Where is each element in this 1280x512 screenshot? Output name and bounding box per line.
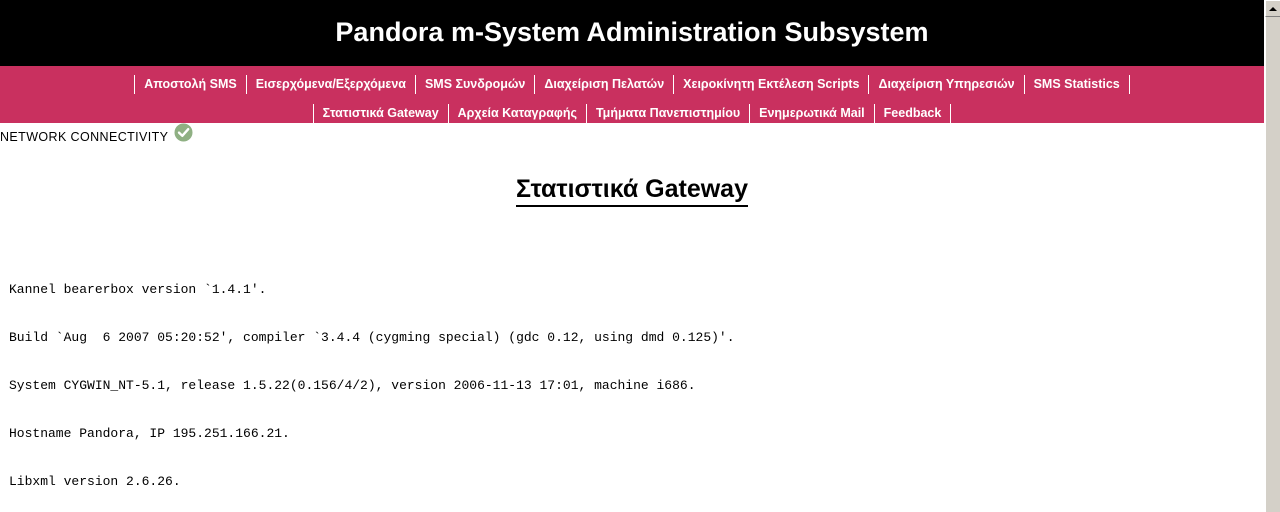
gateway-status-report: Kannel bearerbox version `1.4.1'. Build …: [0, 250, 1264, 512]
nav-item-sms-syndromon[interactable]: SMS Συνδρομών: [416, 70, 534, 98]
report-line: Build `Aug 6 2007 05:20:52', compiler `3…: [9, 330, 735, 345]
nav-item-statistika-gateway[interactable]: Στατιστικά Gateway: [314, 99, 448, 123]
page-title: Pandora m-System Administration Subsyste…: [335, 16, 929, 47]
nav-row-secondary: Στατιστικά Gateway Αρχεία Καταγραφής Τμή…: [0, 98, 1264, 123]
network-connectivity-label: NETWORK CONNECTIVITY: [0, 130, 169, 144]
network-connectivity-status: NETWORK CONNECTIVITY: [0, 123, 1264, 148]
report-line: Libxml version 2.6.26.: [9, 474, 181, 489]
nav-item-tmimata-panepistimiou[interactable]: Τμήματα Πανεπιστημίου: [587, 99, 749, 123]
nav-item-apostoli-sms[interactable]: Αποστολή SMS: [135, 70, 245, 98]
nav-separator: [1128, 74, 1130, 94]
scrollbar-track[interactable]: [1265, 17, 1280, 512]
app-title-banner: Pandora m-System Administration Subsyste…: [0, 0, 1264, 66]
nav-item-enimerotika-mail[interactable]: Ενημερωτικά Mail: [750, 99, 874, 123]
report-line: Kannel bearerbox version `1.4.1'.: [9, 282, 267, 297]
scrollbar-up-button[interactable]: [1265, 0, 1280, 17]
nav-item-sms-statistics[interactable]: SMS Statistics: [1025, 70, 1129, 98]
nav-item-eiserxomena-exerxomena[interactable]: Εισερχόμενα/Εξερχόμενα: [247, 70, 415, 98]
nav-item-diaxeirisi-ypiresion[interactable]: Διαχείριση Υπηρεσιών: [869, 70, 1023, 98]
nav-item-arxeia-katagrafis[interactable]: Αρχεία Καταγραφής: [449, 99, 586, 123]
report-line: System CYGWIN_NT-5.1, release 1.5.22(0.1…: [9, 378, 696, 393]
content-heading-text: Στατιστικά Gateway: [516, 175, 748, 207]
page-viewport: Pandora m-System Administration Subsyste…: [0, 0, 1264, 512]
nav-item-feedback[interactable]: Feedback: [875, 99, 951, 123]
main-navigation: Αποστολή SMS Εισερχόμενα/Εξερχόμενα SMS …: [0, 66, 1264, 123]
green-check-circle-icon: [174, 123, 193, 142]
content-heading: Στατιστικά Gateway: [0, 175, 1264, 207]
nav-item-diaxeirisi-pelaton[interactable]: Διαχείριση Πελατών: [535, 70, 673, 98]
vertical-scrollbar[interactable]: [1264, 0, 1280, 512]
scroll-up-arrow-icon: [1269, 6, 1277, 11]
report-line: Hostname Pandora, IP 195.251.166.21.: [9, 426, 290, 441]
nav-item-xeirokiniti-ektelesi-scripts[interactable]: Χειροκίνητη Εκτέλεση Scripts: [674, 70, 868, 98]
nav-row-primary: Αποστολή SMS Εισερχόμενα/Εξερχόμενα SMS …: [0, 66, 1264, 98]
nav-separator: [950, 103, 952, 123]
